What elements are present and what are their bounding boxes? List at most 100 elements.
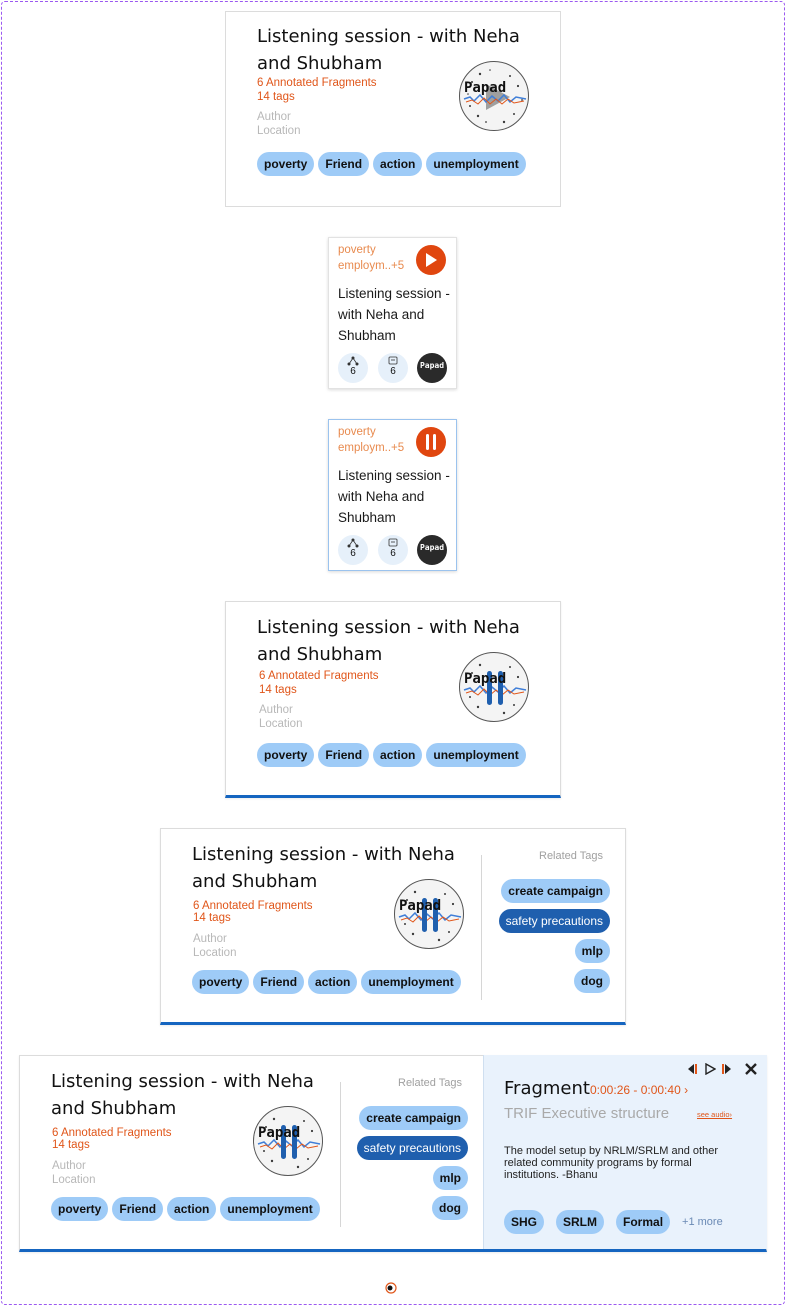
related-tags-list: create campaign safety precautions mlp d… bbox=[498, 879, 610, 993]
tag-poverty[interactable]: poverty bbox=[257, 152, 315, 176]
fragment-tag-formal[interactable]: Formal bbox=[616, 1210, 671, 1234]
related-tag-dog[interactable]: dog bbox=[432, 1196, 468, 1220]
previous-icon bbox=[688, 1064, 697, 1074]
tag-unemployment[interactable]: unemployment bbox=[220, 1197, 320, 1221]
previous-fragment-button[interactable] bbox=[686, 1063, 700, 1075]
author-label: Author bbox=[52, 1160, 86, 1172]
loading-indicator-icon bbox=[385, 1282, 397, 1294]
related-tag-safety-precautions[interactable]: safety precautions bbox=[498, 909, 610, 933]
fragments-stat[interactable]: 6 bbox=[338, 353, 368, 383]
fragment-quote: The model setup by NRLM/SRLM and other r… bbox=[504, 1145, 718, 1181]
fragment-tag-srlm[interactable]: SRLM bbox=[556, 1210, 605, 1234]
annotated-fragments-count[interactable]: 6 Annotated Fragments bbox=[52, 1127, 172, 1139]
fragments-icon bbox=[347, 356, 359, 366]
tag-list: poverty Friend action unemployment bbox=[192, 970, 461, 994]
papad-logo-pause-icon[interactable]: Papad bbox=[253, 1106, 323, 1176]
annotated-fragments-count[interactable]: 6 Annotated Fragments bbox=[257, 77, 377, 89]
divider bbox=[340, 1082, 341, 1227]
papad-mini-logo-text: Papad bbox=[419, 543, 445, 552]
papad-logo-text: Papad bbox=[258, 1125, 301, 1141]
author-label: Author bbox=[257, 111, 291, 123]
tag-list: poverty Friend action unemployment bbox=[257, 152, 526, 176]
related-tag-create-campaign[interactable]: create campaign bbox=[359, 1106, 468, 1130]
session-card-selected[interactable]: Listening session - with Neha and Shubha… bbox=[225, 601, 561, 798]
small-tag-line-1: poverty bbox=[338, 426, 376, 438]
tag-unemployment[interactable]: unemployment bbox=[426, 743, 526, 767]
fragment-tag-shg[interactable]: SHG bbox=[504, 1210, 545, 1234]
small-tag-line-1: poverty bbox=[338, 244, 376, 256]
tags-count-small: 6 bbox=[390, 366, 396, 377]
more-tags-link[interactable]: +1 more bbox=[682, 1216, 723, 1228]
close-fragment-button[interactable] bbox=[744, 1062, 758, 1076]
tag-friend[interactable]: Friend bbox=[318, 152, 370, 176]
tags-stat[interactable]: 6 bbox=[378, 535, 408, 565]
tag-action[interactable]: action bbox=[167, 1197, 217, 1221]
papad-logo-play-icon[interactable]: Papad bbox=[459, 61, 529, 131]
play-button[interactable] bbox=[416, 245, 446, 275]
papad-mini-logo: Papad bbox=[417, 535, 447, 565]
play-outline-icon bbox=[705, 1063, 716, 1075]
tag-action[interactable]: action bbox=[373, 152, 423, 176]
next-icon bbox=[722, 1064, 731, 1074]
tag-unemployment[interactable]: unemployment bbox=[361, 970, 461, 994]
tag-poverty[interactable]: poverty bbox=[192, 970, 250, 994]
play-fragment-button[interactable] bbox=[704, 1063, 716, 1075]
see-audio-link[interactable]: see audio› bbox=[697, 1110, 732, 1119]
papad-logo-text: Papad bbox=[399, 898, 442, 914]
tag-friend[interactable]: Friend bbox=[112, 1197, 164, 1221]
session-card-small-playing[interactable]: poverty employm..+5 Listening session - … bbox=[328, 419, 457, 571]
related-tag-safety-precautions[interactable]: safety precautions bbox=[356, 1136, 468, 1160]
papad-mini-logo-text: Papad bbox=[419, 361, 445, 370]
annotated-fragments-count[interactable]: 6 Annotated Fragments bbox=[193, 900, 313, 912]
related-tag-mlp[interactable]: mlp bbox=[574, 939, 610, 963]
tag-unemployment[interactable]: unemployment bbox=[426, 152, 526, 176]
fragment-time-range[interactable]: 0:00:26 - 0:00:40 › bbox=[590, 1083, 688, 1097]
tag-poverty[interactable]: poverty bbox=[257, 743, 315, 767]
papad-logo-text: Papad bbox=[464, 80, 507, 96]
fragment-panel: Fragment 0:00:26 - 0:00:40 › TRIF Execut… bbox=[483, 1055, 767, 1249]
tag-friend[interactable]: Friend bbox=[318, 743, 370, 767]
next-fragment-button[interactable] bbox=[720, 1063, 734, 1075]
location-label: Location bbox=[259, 718, 303, 730]
tags-count[interactable]: 14 tags bbox=[257, 91, 295, 103]
annotated-fragments-count[interactable]: 6 Annotated Fragments bbox=[259, 670, 379, 682]
tag-friend[interactable]: Friend bbox=[253, 970, 305, 994]
papad-logo-text: Papad bbox=[464, 671, 507, 687]
papad-logo-pause-icon[interactable]: Papad bbox=[394, 879, 464, 949]
small-card-tags[interactable]: poverty employm..+5 bbox=[338, 424, 418, 456]
tag-list: poverty Friend action unemployment bbox=[51, 1197, 320, 1221]
play-icon bbox=[426, 253, 437, 267]
related-tags-list: create campaign safety precautions mlp d… bbox=[350, 1106, 468, 1220]
location-label: Location bbox=[52, 1174, 96, 1186]
tag-action[interactable]: action bbox=[308, 970, 358, 994]
related-tag-dog[interactable]: dog bbox=[574, 969, 610, 993]
small-tag-line-2: employm..+5 bbox=[338, 442, 405, 454]
tags-stat[interactable]: 6 bbox=[378, 353, 408, 383]
session-card-small[interactable]: poverty employm..+5 Listening session - … bbox=[328, 237, 457, 389]
small-card-title: Listening session - with Neha and Shubha… bbox=[338, 286, 450, 343]
session-card-default[interactable]: Listening session - with Neha and Shubha… bbox=[225, 11, 561, 207]
papad-logo-pause-icon[interactable]: Papad bbox=[459, 652, 529, 722]
tag-poverty[interactable]: poverty bbox=[51, 1197, 109, 1221]
related-tag-mlp[interactable]: mlp bbox=[432, 1166, 468, 1190]
fragments-stat[interactable]: 6 bbox=[338, 535, 368, 565]
pause-button[interactable] bbox=[416, 427, 446, 457]
small-card-tags[interactable]: poverty employm..+5 bbox=[338, 242, 418, 274]
tags-count[interactable]: 14 tags bbox=[52, 1139, 90, 1151]
related-tag-create-campaign[interactable]: create campaign bbox=[501, 879, 610, 903]
divider bbox=[481, 855, 482, 1000]
tags-count[interactable]: 14 tags bbox=[259, 684, 297, 696]
fragment-tags: SHG SRLM Formal +1 more bbox=[504, 1210, 723, 1234]
fragment-heading: Fragment bbox=[504, 1078, 590, 1099]
session-card-with-related[interactable]: Listening session - with Neha and Shubha… bbox=[160, 828, 626, 1025]
tag-list: poverty Friend action unemployment bbox=[257, 743, 526, 767]
tag-icon bbox=[388, 356, 398, 365]
location-label: Location bbox=[257, 125, 301, 137]
fragments-count: 6 bbox=[350, 366, 356, 377]
author-label: Author bbox=[259, 704, 293, 716]
tag-icon bbox=[388, 538, 398, 547]
tag-action[interactable]: action bbox=[373, 743, 423, 767]
tags-count[interactable]: 14 tags bbox=[193, 912, 231, 924]
fragments-icon bbox=[347, 538, 359, 548]
close-icon bbox=[745, 1063, 757, 1075]
